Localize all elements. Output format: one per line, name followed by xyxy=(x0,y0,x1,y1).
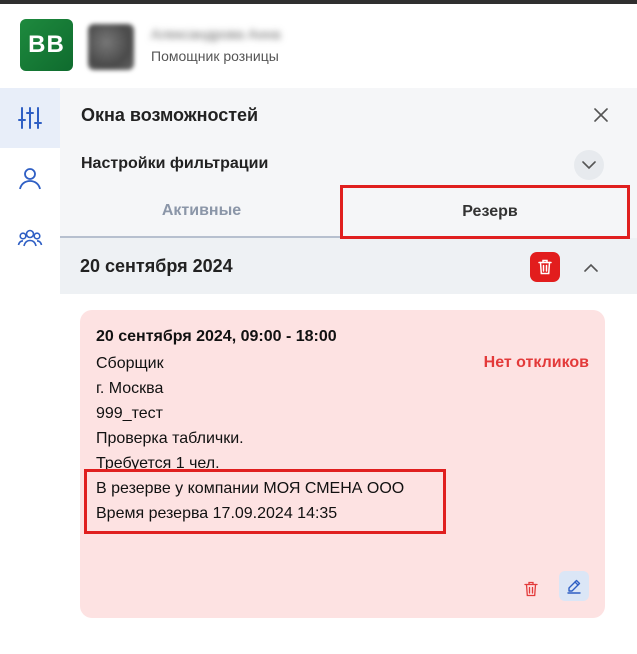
collapse-group-button[interactable] xyxy=(577,253,605,281)
chevron-up-icon xyxy=(584,263,598,272)
chevron-down-icon xyxy=(582,160,596,169)
card-city: г. Москва xyxy=(96,380,164,397)
date-group-header: 20 сентября 2024 xyxy=(60,238,637,294)
app-header: BB Александрова Анна Помощник розницы xyxy=(0,4,637,88)
sidebar-item-filters[interactable] xyxy=(0,88,60,148)
delete-group-button[interactable] xyxy=(530,252,560,282)
card-position: Сборщик xyxy=(96,355,164,372)
tab-active[interactable]: Активные xyxy=(60,186,343,238)
card-required: Требуется 1 чел. xyxy=(96,455,220,472)
avatar[interactable] xyxy=(88,24,134,70)
trash-icon xyxy=(524,581,538,597)
trash-icon xyxy=(538,259,552,275)
users-icon xyxy=(17,229,43,247)
user-name: Александрова Анна xyxy=(151,26,281,42)
filter-settings-label: Настройки фильтрации xyxy=(81,155,269,172)
app-logo: BB xyxy=(20,19,73,71)
card-time: 20 сентября 2024, 09:00 - 18:00 xyxy=(96,328,337,345)
sidebar-item-profile[interactable] xyxy=(0,148,60,208)
edit-card-button[interactable] xyxy=(559,571,589,601)
status-badge: Нет откликов xyxy=(483,354,589,371)
opportunity-panel: Окна возможностей Настройки фильтрации А… xyxy=(60,88,637,654)
card-comment: Проверка таблички. xyxy=(96,430,244,447)
panel-header: Окна возможностей xyxy=(60,88,637,142)
user-role: Помощник розницы xyxy=(151,48,279,64)
card-reserve-time: Время резерва 17.09.2024 14:35 xyxy=(96,505,338,522)
delete-card-button[interactable] xyxy=(520,578,542,600)
card-reserved-by: В резерве у компании МОЯ СМЕНА ООО xyxy=(96,480,405,497)
filter-expand-button[interactable] xyxy=(574,150,604,180)
tabs: Активные Резерв xyxy=(60,186,637,238)
panel-title: Окна возможностей xyxy=(81,105,259,125)
filter-settings-row[interactable]: Настройки фильтрации xyxy=(60,142,637,186)
sidebar-item-team[interactable] xyxy=(0,208,60,268)
close-icon xyxy=(594,108,608,122)
edit-icon xyxy=(567,579,581,594)
user-icon xyxy=(19,168,41,190)
sidebar xyxy=(0,88,60,654)
sliders-icon xyxy=(18,107,42,129)
card-store: 999_тест xyxy=(96,405,163,422)
opportunity-card[interactable]: 20 сентября 2024, 09:00 - 18:00 Нет откл… xyxy=(80,310,605,618)
close-button[interactable] xyxy=(590,104,612,126)
date-group-label: 20 сентября 2024 xyxy=(80,256,233,276)
tab-reserve[interactable]: Резерв xyxy=(343,186,637,238)
